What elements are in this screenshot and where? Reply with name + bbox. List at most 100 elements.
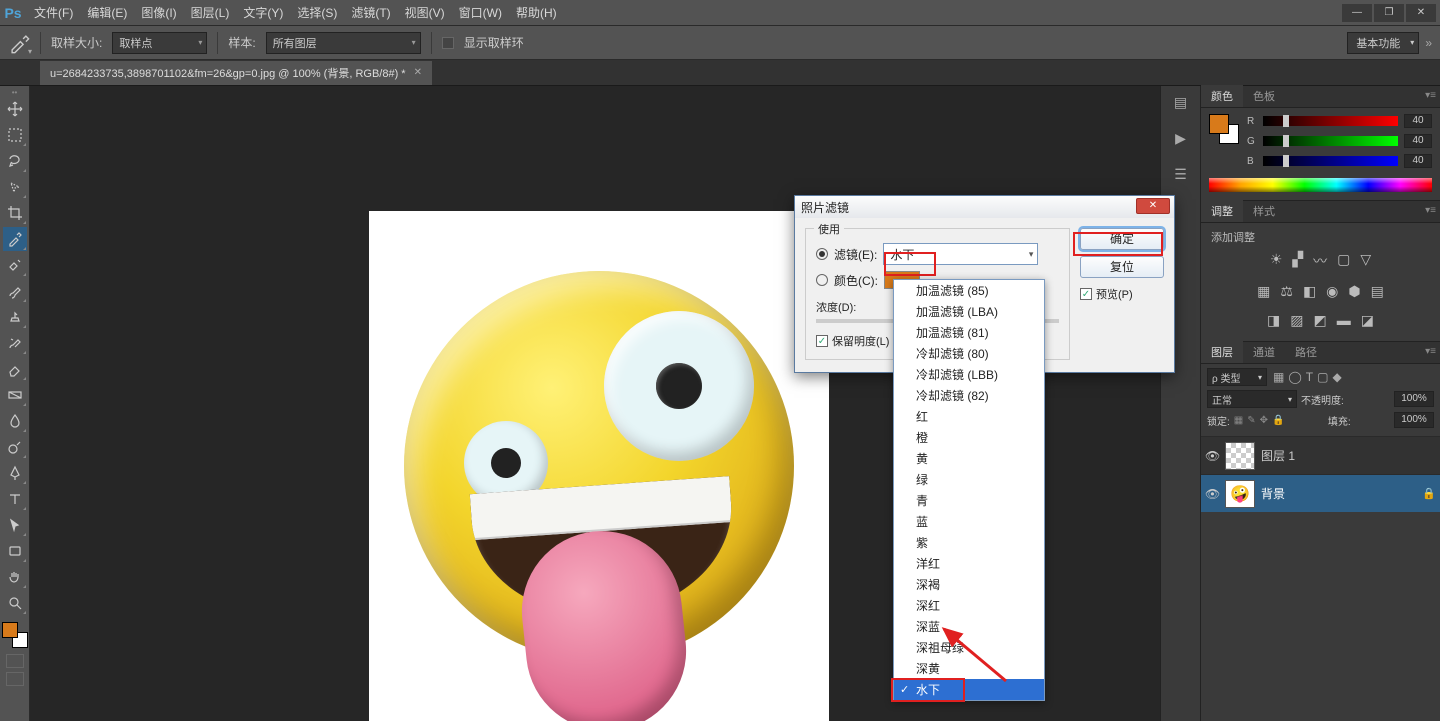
sample-size-dropdown[interactable]: 取样点 — [112, 32, 207, 54]
preserve-luminosity-checkbox[interactable]: ✓ — [816, 335, 828, 347]
panel-menu-icon[interactable]: ▾≡ — [1425, 205, 1436, 216]
history-brush-tool[interactable] — [3, 331, 27, 355]
eyedropper-tool[interactable] — [3, 227, 27, 251]
layer-item-background[interactable]: 👁 🤪 背景 🔒 — [1201, 474, 1440, 512]
layer-name[interactable]: 图层 1 — [1261, 447, 1295, 464]
menu-select[interactable]: 选择(S) — [297, 4, 337, 21]
balance-icon[interactable]: ⚖ — [1280, 283, 1293, 300]
tool-preset-icon[interactable] — [8, 32, 30, 54]
visibility-icon[interactable]: 👁 — [1205, 449, 1219, 463]
dropdown-item[interactable]: 冷却滤镜 (LBB) — [894, 364, 1044, 385]
color-swatches[interactable] — [2, 622, 28, 648]
tab-color[interactable]: 颜色 — [1201, 85, 1243, 107]
r-slider[interactable] — [1263, 116, 1398, 126]
visibility-icon[interactable]: 👁 — [1205, 487, 1219, 501]
dropdown-item[interactable]: 深褐 — [894, 574, 1044, 595]
tab-swatches[interactable]: 色板 — [1243, 85, 1285, 107]
menu-help[interactable]: 帮助(H) — [516, 4, 557, 21]
close-tab-icon[interactable]: ✕ — [414, 67, 422, 78]
dropdown-item[interactable]: 洋红 — [894, 553, 1044, 574]
layer-item[interactable]: 👁 图层 1 — [1201, 436, 1440, 474]
dock-history-icon[interactable]: ▤ — [1170, 92, 1192, 112]
selective-icon[interactable]: ◪ — [1361, 312, 1374, 329]
menu-window[interactable]: 窗口(W) — [459, 4, 502, 21]
g-value[interactable]: 40 — [1404, 134, 1432, 148]
mixer-icon[interactable]: ⬢ — [1348, 283, 1360, 300]
show-sample-ring-checkbox[interactable] — [442, 37, 454, 49]
gradmap-icon[interactable]: ▬ — [1337, 312, 1351, 329]
dropdown-item[interactable]: 加温滤镜 (85) — [894, 280, 1044, 301]
marquee-tool[interactable] — [3, 123, 27, 147]
window-close-button[interactable]: ✕ — [1406, 4, 1436, 22]
document-tab[interactable]: u=2684233735,3898701102&fm=26&gp=0.jpg @… — [40, 61, 432, 85]
path-select-tool[interactable] — [3, 513, 27, 537]
vibrance-icon[interactable]: ▽ — [1360, 251, 1371, 271]
dropdown-item[interactable]: 冷却滤镜 (82) — [894, 385, 1044, 406]
sample-layers-dropdown[interactable]: 所有图层 — [266, 32, 421, 54]
document-canvas[interactable] — [369, 211, 829, 721]
brush-tool[interactable] — [3, 279, 27, 303]
healing-brush-tool[interactable] — [3, 253, 27, 277]
posterize-icon[interactable]: ▨ — [1290, 312, 1303, 329]
brightness-icon[interactable]: ☀ — [1270, 251, 1283, 271]
opacity-value[interactable]: 100% — [1394, 391, 1434, 407]
window-maximize-button[interactable]: ❐ — [1374, 4, 1404, 22]
lasso-tool[interactable] — [3, 149, 27, 173]
dropdown-item[interactable]: 冷却滤镜 (80) — [894, 343, 1044, 364]
panel-color-swatches[interactable] — [1209, 114, 1239, 144]
menu-filter[interactable]: 滤镜(T) — [351, 4, 390, 21]
exposure-icon[interactable]: ▢ — [1337, 251, 1350, 271]
quick-select-tool[interactable] — [3, 175, 27, 199]
threshold-icon[interactable]: ◩ — [1314, 312, 1327, 329]
clone-stamp-tool[interactable] — [3, 305, 27, 329]
dropdown-item[interactable]: 红 — [894, 406, 1044, 427]
pen-tool[interactable] — [3, 461, 27, 485]
radio-filter[interactable] — [816, 248, 828, 260]
g-slider[interactable] — [1263, 136, 1398, 146]
dropdown-item[interactable]: 橙 — [894, 427, 1044, 448]
eraser-tool[interactable] — [3, 357, 27, 381]
dialog-titlebar[interactable]: 照片滤镜 ✕ — [795, 196, 1174, 218]
dropdown-item[interactable]: 绿 — [894, 469, 1044, 490]
levels-icon[interactable]: ▞ — [1292, 251, 1303, 271]
type-tool[interactable] — [3, 487, 27, 511]
panel-menu-icon[interactable]: ▾≡ — [1425, 90, 1436, 101]
tab-layers[interactable]: 图层 — [1201, 341, 1243, 363]
radio-color[interactable] — [816, 274, 828, 286]
tab-paths[interactable]: 路径 — [1285, 341, 1327, 363]
layer-filter-icons[interactable]: ▦◯T▢◆ — [1273, 370, 1342, 384]
menu-file[interactable]: 文件(F) — [34, 4, 73, 21]
layer-filter-kind[interactable]: ρ 类型 — [1207, 368, 1267, 386]
tab-adjustments[interactable]: 调整 — [1201, 200, 1243, 222]
crop-tool[interactable] — [3, 201, 27, 225]
menu-image[interactable]: 图像(I) — [141, 4, 176, 21]
b-value[interactable]: 40 — [1404, 154, 1432, 168]
gradient-tool[interactable] — [3, 383, 27, 407]
invert-icon[interactable]: ◨ — [1267, 312, 1280, 329]
photofilter-icon[interactable]: ◉ — [1326, 283, 1338, 300]
b-slider[interactable] — [1263, 156, 1398, 166]
blur-tool[interactable] — [3, 409, 27, 433]
panel-menu-icon[interactable]: ▾≡ — [1425, 346, 1436, 357]
tab-styles[interactable]: 样式 — [1243, 200, 1285, 222]
ok-button[interactable]: 确定 — [1080, 228, 1164, 250]
bw-icon[interactable]: ◧ — [1303, 283, 1316, 300]
dock-properties-icon[interactable]: ☰ — [1170, 164, 1192, 184]
dropdown-item[interactable]: 加温滤镜 (81) — [894, 322, 1044, 343]
window-minimize-button[interactable]: — — [1342, 4, 1372, 22]
toolbar-grip[interactable]: •• — [0, 88, 30, 96]
lock-icons[interactable]: ▦✎✥🔒 — [1234, 415, 1285, 426]
dropdown-item[interactable]: 黄 — [894, 448, 1044, 469]
move-tool[interactable] — [3, 97, 27, 121]
zoom-tool[interactable] — [3, 591, 27, 615]
dialog-close-button[interactable]: ✕ — [1136, 198, 1170, 214]
menu-layer[interactable]: 图层(L) — [191, 4, 230, 21]
dropdown-item[interactable]: 青 — [894, 490, 1044, 511]
lookup-icon[interactable]: ▤ — [1371, 283, 1384, 300]
dropdown-item[interactable]: 深红 — [894, 595, 1044, 616]
reset-button[interactable]: 复位 — [1080, 256, 1164, 278]
menu-edit[interactable]: 编辑(E) — [87, 4, 127, 21]
workspace-dropdown[interactable]: 基本功能 — [1347, 32, 1419, 54]
layer-thumbnail[interactable] — [1225, 442, 1255, 470]
blend-mode-dropdown[interactable]: 正常 — [1207, 390, 1297, 408]
